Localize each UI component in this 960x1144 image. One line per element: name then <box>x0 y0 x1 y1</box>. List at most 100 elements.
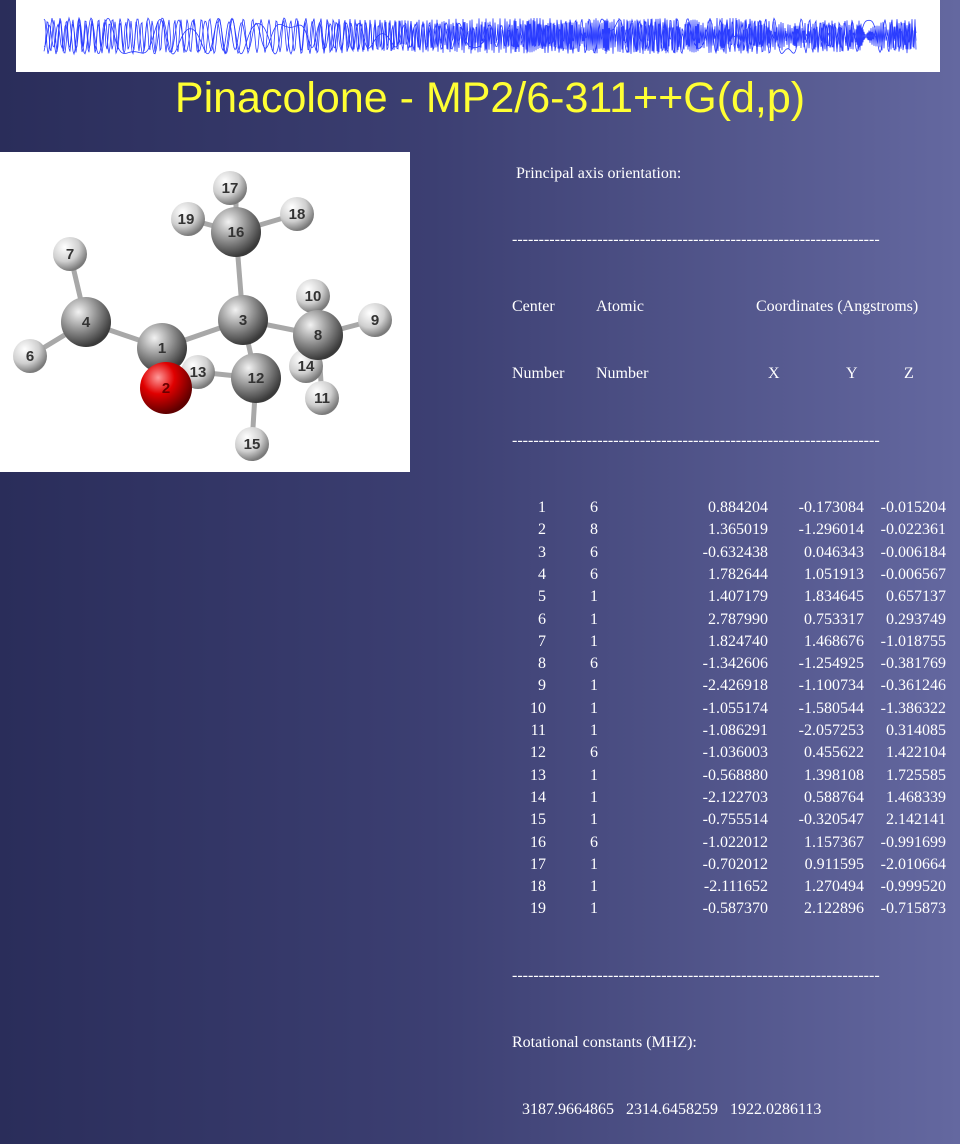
separator: ----------------------------------------… <box>512 231 880 249</box>
atom-label: 4 <box>82 314 91 331</box>
cell-y: 0.046343 <box>804 543 864 561</box>
cell-z: 0.314085 <box>886 722 946 740</box>
separator: ----------------------------------------… <box>512 967 880 985</box>
cell-z: -0.361246 <box>880 677 946 695</box>
atom-label: 1 <box>158 340 166 357</box>
cell-y: 0.753317 <box>804 610 864 628</box>
cell-center: 16 <box>530 833 546 851</box>
rotational-constants-label: Rotational constants (MHZ): <box>512 1034 697 1052</box>
cell-x: 0.884204 <box>708 499 768 517</box>
cell-atomic: 6 <box>590 833 598 851</box>
cell-center: 13 <box>530 766 546 784</box>
cell-z: -0.006567 <box>880 565 946 583</box>
cell-atomic: 1 <box>590 855 598 873</box>
coordinates-table: 1 6 0.884204 -0.173084 -0.015204 2 8 1.365019 -1… <box>512 497 952 921</box>
atom-label: 19 <box>178 211 195 228</box>
cell-x: -1.086291 <box>702 722 768 740</box>
cell-z: 1.468339 <box>886 788 946 806</box>
cell-y: -1.296014 <box>798 521 864 539</box>
cell-x: 1.365019 <box>708 521 768 539</box>
cell-atomic: 6 <box>590 499 598 517</box>
header-coords: Coordinates (Angstroms) <box>756 298 919 316</box>
cell-x: -0.587370 <box>702 900 768 918</box>
spectrum-banner <box>16 0 940 72</box>
cell-y: 1.834645 <box>804 588 864 606</box>
atom-label: 16 <box>228 224 245 241</box>
cell-x: 1.407179 <box>708 588 768 606</box>
cell-y: -0.173084 <box>798 499 864 517</box>
heading-text: Principal axis orientation: <box>516 164 682 182</box>
cell-y: 1.468676 <box>804 632 864 650</box>
cell-z: 0.293749 <box>886 610 946 628</box>
atom-label: 17 <box>222 180 239 197</box>
cell-x: -2.122703 <box>702 788 768 806</box>
header-y: Y <box>846 365 858 383</box>
cell-x: -1.036003 <box>702 744 768 762</box>
cell-x: -1.022012 <box>702 833 768 851</box>
atom-label: 7 <box>66 246 74 263</box>
gaussian-output: Principal axis orientation: ------------… <box>512 118 952 1144</box>
cell-atomic: 8 <box>590 521 598 539</box>
cell-x: -0.568880 <box>702 766 768 784</box>
cell-z: -0.991699 <box>880 833 946 851</box>
cell-center: 5 <box>538 588 546 606</box>
table-row: 1 6 0.884204 -0.173084 -0.015204 <box>512 497 952 519</box>
cell-z: 0.657137 <box>886 588 946 606</box>
cell-center: 15 <box>530 811 546 829</box>
table-row: 12 6 -1.036003 0.455622 1.422104 <box>512 742 952 764</box>
waveform-lines <box>43 16 917 56</box>
table-row: 5 1 1.407179 1.834645 0.657137 <box>512 586 952 608</box>
atom-label: 10 <box>305 288 322 305</box>
cell-center: 12 <box>530 744 546 762</box>
cell-y: 1.051913 <box>804 565 864 583</box>
header-center: Center <box>512 298 555 316</box>
cell-y: -2.057253 <box>798 722 864 740</box>
atom-label: 15 <box>244 436 261 453</box>
cell-z: -0.999520 <box>880 878 946 896</box>
molecule-image: 16 17 19 18 7 6 4 10 9 3 14 8 11 13 1 15… <box>0 152 410 472</box>
cell-center: 3 <box>538 543 546 561</box>
cell-z: -0.715873 <box>880 900 946 918</box>
cell-center: 9 <box>538 677 546 695</box>
cell-x: -1.342606 <box>702 655 768 673</box>
table-row: 6 1 2.787990 0.753317 0.293749 <box>512 609 952 631</box>
header-number1: Number <box>512 365 565 383</box>
header-number2: Number <box>596 365 649 383</box>
cell-atomic: 1 <box>590 632 598 650</box>
table-row: 11 1 -1.086291 -2.057253 0.314085 <box>512 720 952 742</box>
molecule-model: 16 17 19 18 7 6 4 10 9 3 14 8 11 13 1 15… <box>13 171 392 461</box>
orientation-heading: Principal axis orientation: <box>512 163 952 185</box>
table-row: 17 1 -0.702012 0.911595 -2.010664 <box>512 854 952 876</box>
cell-z: -0.381769 <box>880 655 946 673</box>
cell-atomic: 6 <box>590 565 598 583</box>
cell-center: 14 <box>530 788 546 806</box>
cell-center: 1 <box>538 499 546 517</box>
column-header-1: Center Atomic Coordinates (Angstroms) <box>512 296 952 318</box>
cell-atomic: 1 <box>590 722 598 740</box>
atom-label: 6 <box>26 348 34 365</box>
cell-center: 8 <box>538 655 546 673</box>
cell-x: -0.702012 <box>702 855 768 873</box>
cell-y: 2.122896 <box>804 900 864 918</box>
atom-label: 12 <box>248 370 265 387</box>
cell-atomic: 1 <box>590 788 598 806</box>
table-row: 7 1 1.824740 1.468676 -1.018755 <box>512 631 952 653</box>
table-row: 4 6 1.782644 1.051913 -0.006567 <box>512 564 952 586</box>
cell-atomic: 1 <box>590 878 598 896</box>
cell-x: -1.055174 <box>702 699 768 717</box>
atoms <box>13 171 392 461</box>
table-row: 16 6 -1.022012 1.157367 -0.991699 <box>512 832 952 854</box>
cell-x: 1.782644 <box>708 565 768 583</box>
cell-z: -2.010664 <box>880 855 946 873</box>
cell-center: 18 <box>530 878 546 896</box>
cell-center: 2 <box>538 521 546 539</box>
cell-y: 0.588764 <box>804 788 864 806</box>
rotational-constants-values: 3187.9664865 2314.6458259 1922.0286113 <box>512 1099 952 1121</box>
cell-atomic: 1 <box>590 610 598 628</box>
atom-label: 9 <box>371 312 379 329</box>
cell-z: 2.142141 <box>886 811 946 829</box>
cell-y: -1.254925 <box>798 655 864 673</box>
cell-y: -0.320547 <box>798 811 864 829</box>
cell-y: 1.270494 <box>804 878 864 896</box>
cell-center: 6 <box>538 610 546 628</box>
